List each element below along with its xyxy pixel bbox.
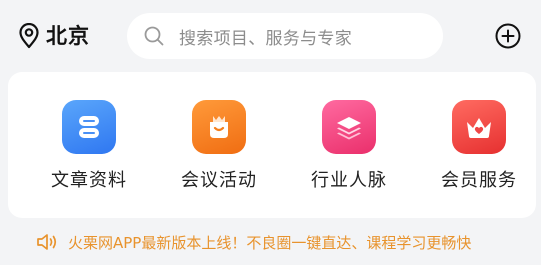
announcement-bar[interactable]: 火栗网APP最新版本上线！不良圈一键直达、课程学习更畅快 bbox=[36, 230, 471, 254]
category-events[interactable]: 会议活动 bbox=[169, 100, 269, 200]
city-selector[interactable]: 北京 bbox=[18, 22, 90, 50]
crown-heart-icon bbox=[452, 100, 506, 154]
speaker-icon bbox=[36, 232, 60, 252]
top-bar: 北京 搜索项目、服务与专家 bbox=[0, 0, 541, 72]
category-articles[interactable]: 文章资料 bbox=[39, 100, 139, 200]
category-grid: 文章资料 会议活动 行业人脉 会员服务 bbox=[8, 72, 536, 218]
category-network[interactable]: 行业人脉 bbox=[299, 100, 399, 200]
location-pin-icon bbox=[18, 23, 40, 49]
city-name: 北京 bbox=[46, 24, 90, 48]
gift-box-icon bbox=[192, 100, 246, 154]
category-label: 文章资料 bbox=[51, 170, 127, 191]
search-icon bbox=[143, 25, 165, 47]
category-label: 会员服务 bbox=[441, 170, 517, 191]
category-label: 会议活动 bbox=[181, 170, 257, 191]
plus-circle-icon bbox=[495, 23, 521, 49]
announcement-text: 火栗网APP最新版本上线！不良圈一键直达、课程学习更畅快 bbox=[68, 233, 472, 252]
category-membership[interactable]: 会员服务 bbox=[429, 100, 529, 200]
category-card: 文章资料 会议活动 行业人脉 会员服务 bbox=[8, 72, 536, 218]
search-placeholder: 搜索项目、服务与专家 bbox=[179, 28, 352, 49]
layers-icon bbox=[322, 100, 376, 154]
search-input[interactable]: 搜索项目、服务与专家 bbox=[127, 13, 443, 59]
add-button[interactable] bbox=[495, 23, 521, 49]
category-label: 行业人脉 bbox=[311, 170, 387, 191]
document-stack-icon bbox=[62, 100, 116, 154]
